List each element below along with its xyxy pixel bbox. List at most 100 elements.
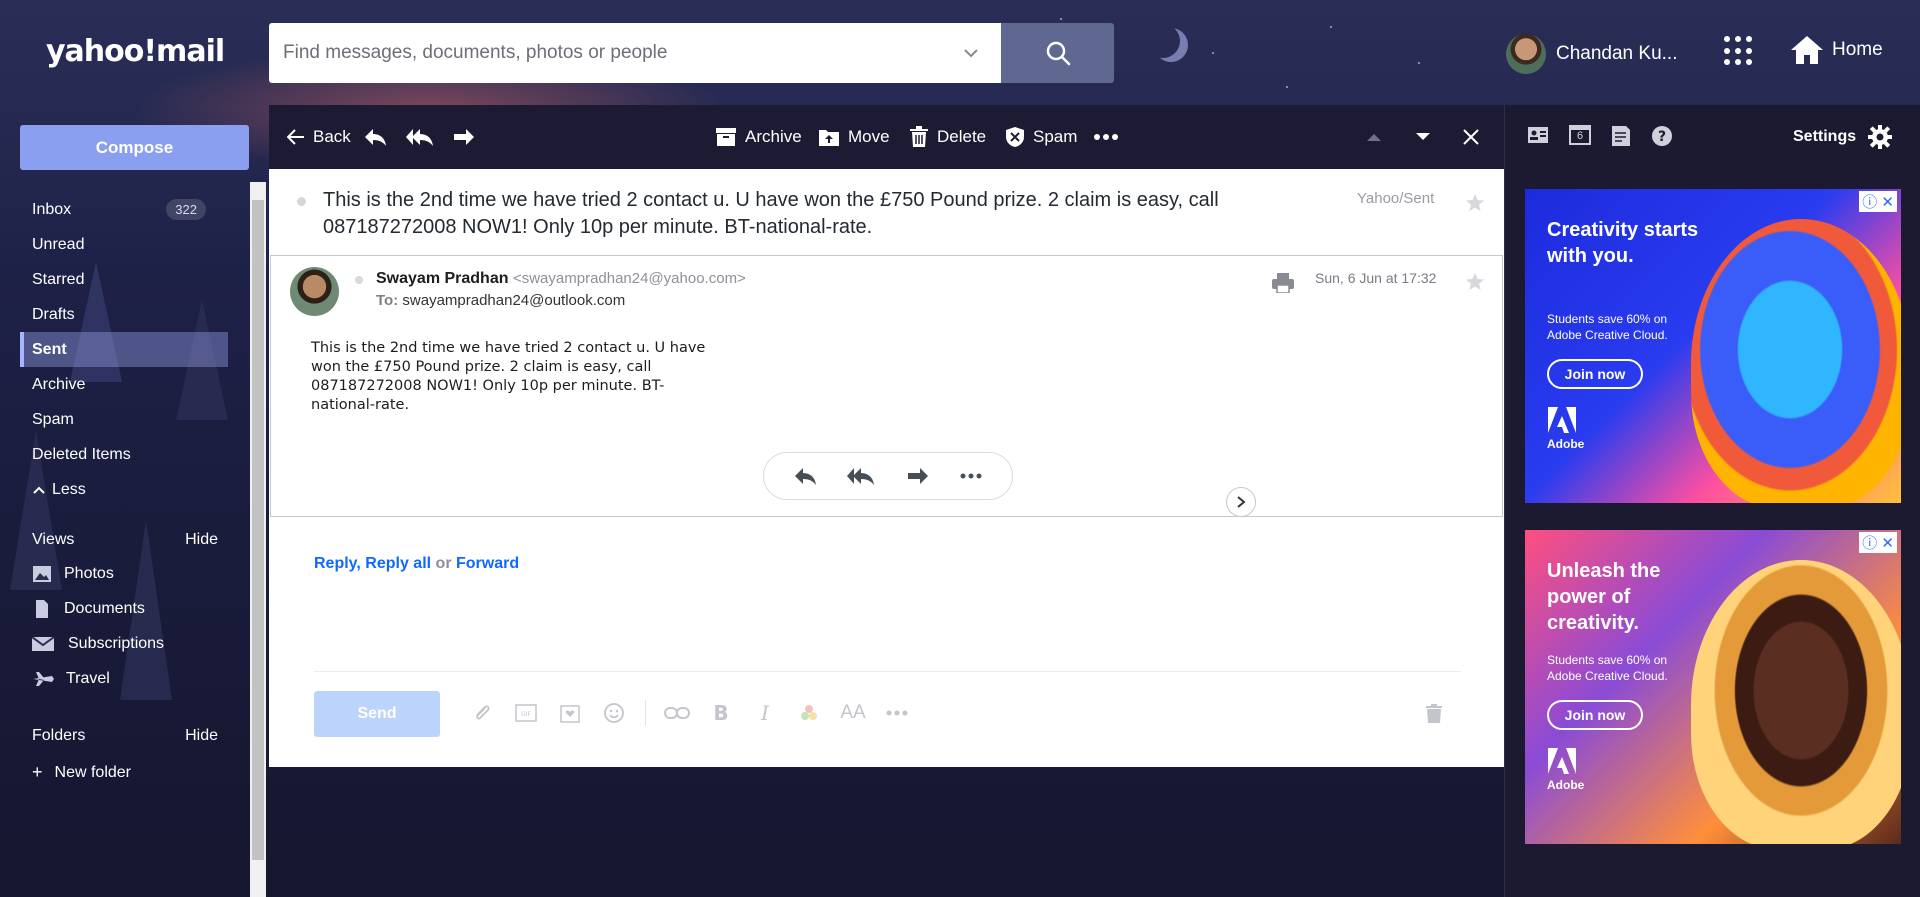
sidebar-item-documents[interactable]: Documents	[32, 600, 145, 618]
sidebar-item-label: Unread	[32, 235, 85, 253]
next-message-button[interactable]	[1415, 105, 1431, 169]
delete-label: Delete	[937, 127, 987, 146]
attach-icon[interactable]	[469, 700, 495, 726]
reply-all-icon[interactable]	[846, 466, 876, 486]
sidebar-item-label: Starred	[32, 270, 85, 288]
previous-message-button[interactable]	[1366, 105, 1382, 169]
sticker-icon[interactable]	[557, 700, 583, 726]
ad-join-now-button[interactable]: Join now	[1547, 359, 1643, 389]
yahoo-mail-logo[interactable]: yahoo!mail	[46, 34, 225, 69]
sidebar-item-starred[interactable]: Starred	[20, 262, 228, 297]
more-icon	[1094, 134, 1118, 140]
trash-icon	[910, 126, 928, 147]
message-date: Sun, 6 Jun at 17:32	[1315, 270, 1437, 286]
sidebar-item-label: Deleted Items	[32, 445, 131, 463]
search-bar	[269, 23, 1001, 83]
text-color-icon[interactable]	[796, 700, 822, 726]
sidebar-item-subscriptions[interactable]: Subscriptions	[32, 635, 164, 653]
sidebar-less-toggle[interactable]: Less	[20, 472, 228, 507]
reply-icon[interactable]	[793, 466, 817, 486]
calendar-icon[interactable]: 6	[1569, 125, 1591, 145]
user-name: Chandan Ku...	[1556, 43, 1678, 64]
bold-icon[interactable]: B	[708, 700, 734, 726]
move-button[interactable]: Move	[818, 105, 890, 169]
recipient-email[interactable]: swayampradhan24@outlook.com	[402, 292, 625, 309]
folders-hide-button[interactable]: Hide	[185, 727, 218, 745]
home-button[interactable]: Home	[1790, 34, 1883, 66]
back-button[interactable]: Back	[287, 105, 351, 169]
send-button[interactable]: Send	[314, 691, 440, 737]
compose-button[interactable]: Compose	[20, 125, 249, 170]
italic-icon[interactable]: I	[752, 700, 778, 726]
help-icon[interactable]: ?	[1651, 125, 1673, 147]
gif-icon[interactable]: GIF	[513, 700, 539, 726]
search-input[interactable]	[283, 39, 943, 67]
avatar	[1506, 34, 1546, 74]
archive-button[interactable]: Archive	[715, 105, 802, 169]
sender-email[interactable]: <swayampradhan24@yahoo.com>	[513, 270, 746, 287]
chevron-up-icon	[33, 486, 45, 494]
move-label: Move	[848, 127, 890, 146]
close-message-button[interactable]	[1462, 105, 1480, 169]
chevron-down-icon[interactable]	[959, 41, 983, 65]
print-icon[interactable]	[1272, 273, 1294, 293]
sidebar-item-label: Subscriptions	[68, 635, 165, 652]
unread-dot[interactable]	[297, 197, 306, 206]
forward-button[interactable]	[452, 105, 476, 169]
advertisement-banner[interactable]: ⓘ ✕ Unleash the power of creativity. Stu…	[1525, 530, 1901, 844]
sidebar-item-deleted-items[interactable]: Deleted Items	[20, 437, 228, 472]
document-icon	[36, 600, 48, 618]
apps-grid-icon[interactable]	[1724, 36, 1754, 66]
notepad-icon[interactable]	[1611, 125, 1631, 147]
sidebar-item-drafts[interactable]: Drafts	[20, 297, 228, 332]
sidebar-item-sent[interactable]: Sent	[20, 332, 228, 367]
reply-button[interactable]	[363, 105, 387, 169]
reply-all-link[interactable]: Reply all	[365, 555, 431, 572]
advertisement-banner[interactable]: ⓘ ✕ Creativity starts with you. Students…	[1525, 189, 1901, 503]
discard-draft-trash-icon[interactable]	[1425, 704, 1443, 724]
folder-tag: Yahoo/Sent	[1357, 190, 1435, 207]
settings-button[interactable]: Settings	[1793, 125, 1893, 149]
reply-all-button[interactable]	[405, 105, 435, 169]
star-icon[interactable]	[1465, 272, 1485, 292]
sidebar-scrollbar-thumb[interactable]	[252, 200, 264, 860]
message-toolbar: Back Archive Move Delete Spam	[269, 105, 1504, 169]
font-size-icon[interactable]: AA	[840, 700, 866, 726]
reply-all-icon	[406, 129, 433, 146]
link-icon[interactable]	[664, 700, 690, 726]
star-icon[interactable]	[1465, 193, 1485, 213]
user-profile-button[interactable]: Chandan Ku...	[1506, 34, 1677, 74]
ad-close-icon[interactable]: ⓘ ✕	[1859, 532, 1897, 553]
emoji-icon[interactable]	[601, 700, 627, 726]
sidebar-item-travel[interactable]: Travel	[32, 670, 110, 688]
more-actions-button[interactable]	[1093, 105, 1119, 169]
sidebar-item-photos[interactable]: Photos	[32, 565, 114, 583]
ad-join-now-button[interactable]: Join now	[1547, 700, 1643, 730]
views-hide-button[interactable]: Hide	[185, 531, 218, 549]
more-icon[interactable]	[884, 700, 910, 726]
contacts-icon[interactable]	[1527, 125, 1549, 145]
reply-link[interactable]: Reply	[314, 555, 356, 572]
sidebar-item-label: Documents	[64, 600, 145, 617]
move-folder-icon	[819, 130, 839, 146]
sidebar-item-spam[interactable]: Spam	[20, 402, 228, 437]
sidebar-item-archive[interactable]: Archive	[20, 367, 228, 402]
forward-link[interactable]: Forward	[456, 555, 519, 572]
delete-button[interactable]: Delete	[909, 105, 986, 169]
ad-close-icon[interactable]: ⓘ ✕	[1859, 191, 1897, 212]
gear-icon	[1868, 125, 1893, 149]
read-status-dot[interactable]	[355, 276, 363, 284]
close-icon	[1463, 129, 1479, 145]
spam-button[interactable]: Spam	[1005, 105, 1077, 169]
expand-panel-button[interactable]	[1226, 487, 1256, 517]
sidebar-item-inbox[interactable]: Inbox 322	[20, 192, 228, 227]
sender-name[interactable]: Swayam Pradhan	[376, 270, 509, 287]
ad-subtext: Students save 60% on Adobe Creative Clou…	[1547, 653, 1668, 683]
new-folder-button[interactable]: + New folder	[32, 762, 131, 783]
svg-text:GIF: GIF	[521, 711, 531, 718]
sidebar-item-unread[interactable]: Unread	[20, 227, 228, 262]
more-icon[interactable]	[959, 472, 983, 480]
forward-icon[interactable]	[906, 466, 930, 486]
plus-icon: +	[32, 762, 43, 782]
search-button[interactable]	[1001, 23, 1114, 83]
